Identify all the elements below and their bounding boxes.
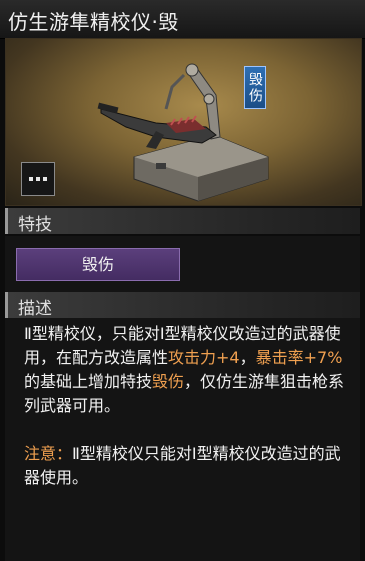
desc-text-b: 的基础上增加特技	[24, 372, 153, 391]
desc-separator: ，	[239, 348, 256, 367]
ellipsis-icon	[29, 177, 33, 181]
description-section-header: 描述	[5, 292, 360, 319]
description-text: Ⅱ型精校仪，只能对Ⅰ型精校仪改造过的武器使用，在配方改造属性攻击力+4，暴击率+…	[24, 322, 354, 490]
item-preview: 毁伤	[5, 38, 362, 206]
note-paragraph: 注意：Ⅱ型精校仪只能对Ⅰ型精校仪改造过的武器使用。	[24, 442, 354, 490]
item-title: 仿生游隼精校仪·毁	[8, 10, 179, 34]
ellipsis-icon-dot	[43, 177, 47, 181]
more-options-button[interactable]	[21, 162, 55, 196]
description-section-label: 描述	[18, 299, 52, 319]
crit-bonus: 暴击率+7%	[255, 348, 343, 367]
skill-section-header: 特技	[5, 208, 360, 235]
skill-button[interactable]: 毁伤	[16, 248, 180, 281]
skill-name: 毁伤	[152, 372, 185, 391]
damage-tag-badge: 毁伤	[244, 66, 266, 109]
ellipsis-icon-dot	[36, 177, 40, 181]
note-label: 注意：	[24, 444, 73, 463]
weapon-illustration	[97, 63, 269, 202]
note-text: Ⅱ型精校仪只能对Ⅰ型精校仪改造过的武器使用。	[24, 444, 341, 487]
skill-section-label: 特技	[18, 215, 52, 235]
attack-bonus: 攻击力+4	[168, 348, 240, 367]
title-bar: 仿生游隼精校仪·毁	[0, 0, 365, 39]
description-paragraph: Ⅱ型精校仪，只能对Ⅰ型精校仪改造过的武器使用，在配方改造属性攻击力+4，暴击率+…	[24, 322, 354, 418]
